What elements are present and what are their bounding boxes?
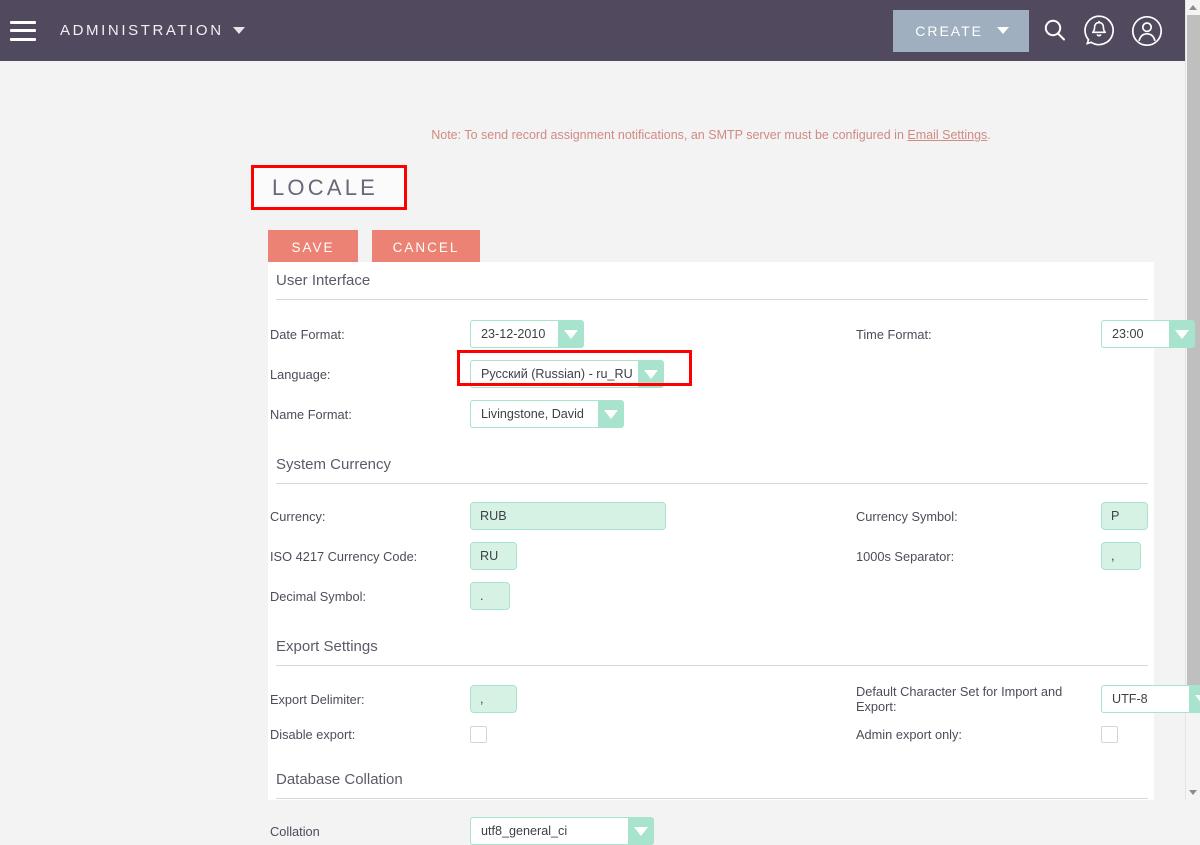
create-button-label: CREATE	[915, 22, 983, 39]
field-label: Collation	[270, 823, 320, 839]
field-control	[468, 726, 856, 743]
section-divider	[276, 299, 1148, 300]
form-action-buttons: SAVE CANCEL	[268, 230, 480, 265]
field-label: Currency Symbol:	[856, 508, 958, 524]
smtp-note: Note: To send record assignment notifica…	[268, 128, 1154, 142]
default-character-set-for-import-and-export-select-value: UTF-8	[1101, 685, 1189, 713]
field-control	[1101, 542, 1154, 570]
date-format-select[interactable]: 23-12-2010	[470, 320, 584, 348]
admin-export-only-checkbox[interactable]	[1101, 726, 1118, 743]
field-control: Livingstone, David	[468, 400, 856, 428]
iso-4217-currency-code-input[interactable]	[470, 542, 517, 570]
field-label: Name Format:	[270, 406, 352, 422]
field-label: Language:	[270, 366, 331, 382]
field-label: Disable export:	[270, 727, 356, 742]
field-label: Admin export only:	[856, 727, 962, 742]
section-heading: System Currency	[276, 456, 392, 473]
bell-notification-icon[interactable]	[1081, 13, 1117, 49]
field-label: 1000s Separator:	[856, 548, 955, 564]
field-control: 23:00	[1101, 320, 1195, 348]
section-divider	[276, 483, 1148, 484]
currency-input[interactable]	[470, 502, 666, 530]
field-grid: Currency: Currency Symbol: ISO 4217 Curren…	[268, 502, 1154, 610]
module-title[interactable]: ADMINISTRATION	[60, 22, 224, 39]
scroll-up-arrow-icon[interactable]	[1189, 5, 1197, 10]
language-select-value: Русский (Russian) - ru_RU	[470, 360, 638, 388]
field-label: Export Delimiter:	[270, 691, 365, 707]
field-control: utf8_general_ci	[468, 817, 856, 845]
section-heading: Database Collation	[276, 771, 403, 788]
field-label: Currency:	[270, 508, 326, 524]
save-button[interactable]: SAVE	[268, 230, 358, 265]
section-divider	[276, 798, 1148, 799]
field-control: UTF-8	[1101, 685, 1200, 713]
create-button[interactable]: CREATE	[893, 9, 1029, 52]
field-grid: Date Format: 23-12-2010 Time Format: 23:00 L…	[268, 320, 1195, 428]
field-grid: Export Delimiter: Default Character Set f…	[268, 684, 1200, 743]
field-control	[1101, 502, 1154, 530]
field-label: ISO 4217 Currency Code:	[270, 548, 418, 564]
top-navigation-bar: ADMINISTRATION CREATE	[0, 0, 1185, 61]
scrollbar-thumb[interactable]	[1187, 15, 1200, 690]
field-label: Time Format:	[856, 326, 932, 342]
collation-select-value: utf8_general_ci	[470, 817, 628, 845]
collation-select[interactable]: utf8_general_ci	[470, 817, 654, 845]
time-format-select-value: 23:00	[1101, 320, 1169, 348]
chevron-down-icon[interactable]	[1189, 685, 1200, 713]
disable-export-checkbox[interactable]	[470, 726, 487, 743]
field-control	[468, 542, 856, 570]
note-text-after: .	[987, 128, 991, 142]
vertical-scrollbar[interactable]	[1185, 0, 1200, 800]
note-text-before: Note: To send record assignment notifica…	[431, 128, 908, 142]
module-selector[interactable]: ADMINISTRATION	[60, 22, 245, 39]
page-title: LOCALE	[272, 174, 379, 200]
chevron-down-icon	[997, 27, 1009, 34]
hamburger-menu-icon[interactable]	[10, 20, 36, 41]
locale-settings-panel: User Interface Date Format: 23-12-2010 Time…	[268, 262, 1200, 845]
field-control: Русский (Russian) - ru_RU	[468, 360, 856, 388]
chevron-down-icon[interactable]	[628, 817, 654, 845]
field-label: Default Character Set for Import and Exp…	[856, 684, 1063, 714]
currency-symbol-input[interactable]	[1101, 502, 1148, 530]
date-format-select-value: 23-12-2010	[470, 320, 558, 348]
section-heading: Export Settings	[276, 638, 378, 655]
chevron-down-icon[interactable]	[598, 400, 624, 428]
1000s-separator-input[interactable]	[1101, 542, 1141, 570]
name-format-select[interactable]: Livingstone, David	[470, 400, 624, 428]
field-label: Decimal Symbol:	[270, 588, 367, 604]
field-control	[468, 685, 856, 713]
search-icon[interactable]	[1041, 17, 1069, 45]
section-heading: User Interface	[276, 272, 371, 289]
chevron-down-icon	[232, 27, 245, 34]
language-select[interactable]: Русский (Russian) - ru_RU	[470, 360, 664, 388]
page-title-highlight: LOCALE	[251, 165, 407, 210]
field-control	[468, 582, 856, 610]
email-settings-link[interactable]: Email Settings	[907, 128, 987, 142]
topbar-actions: CREATE	[893, 9, 1185, 52]
chevron-down-icon[interactable]	[1169, 320, 1195, 348]
chevron-down-icon[interactable]	[558, 320, 584, 348]
field-control	[468, 502, 856, 530]
field-label: Date Format:	[270, 326, 345, 342]
field-grid: Collation utf8_general_ci	[268, 817, 1154, 845]
field-control: 23-12-2010	[468, 320, 856, 348]
name-format-select-value: Livingstone, David	[470, 400, 598, 428]
default-character-set-for-import-and-export-select[interactable]: UTF-8	[1101, 685, 1200, 713]
chevron-down-icon[interactable]	[638, 360, 664, 388]
user-avatar-icon[interactable]	[1129, 13, 1165, 49]
section-divider	[276, 665, 1148, 666]
time-format-select[interactable]: 23:00	[1101, 320, 1195, 348]
decimal-symbol-input[interactable]	[470, 582, 510, 610]
field-control	[1101, 726, 1200, 743]
cancel-button[interactable]: CANCEL	[372, 230, 480, 265]
export-delimiter-input[interactable]	[470, 685, 517, 713]
scroll-down-arrow-icon[interactable]	[1189, 790, 1197, 795]
